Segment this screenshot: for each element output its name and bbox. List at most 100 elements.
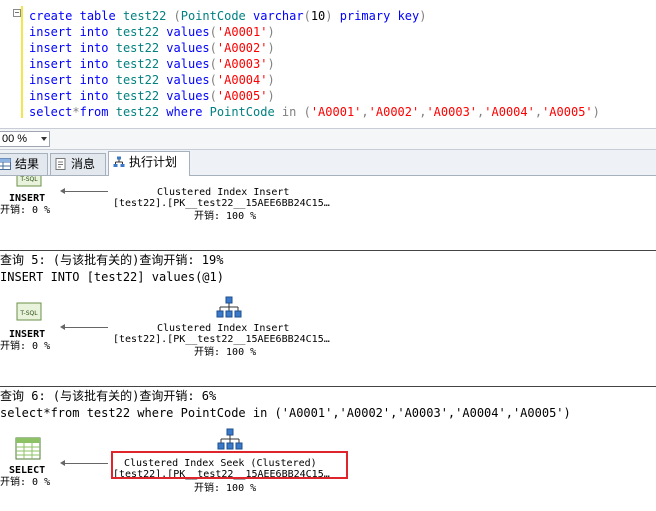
code-token: test22 (108, 41, 167, 55)
tab-results-label: 结果 (15, 157, 40, 171)
code-token: create (29, 9, 73, 23)
code-token: 'A0002' (216, 41, 268, 55)
tab-execution-plan[interactable]: 执行计划 (108, 151, 190, 176)
results-tabs: 结果 消息 执行计划 (0, 150, 656, 176)
insert-node-label: INSERT (9, 329, 46, 340)
clustered-index-insert-icon[interactable] (217, 176, 241, 180)
code-token: 'A0005' (216, 89, 268, 103)
query6-header: 查询 6: (与该批有关的)查询开销: 6% (0, 389, 217, 403)
code-token: insert (29, 89, 73, 103)
code-line[interactable]: insert into test22 values('A0004') (29, 72, 275, 88)
code-token: 'A0005' (542, 105, 593, 119)
query-editor[interactable]: − create table test22 (PointCode varchar… (0, 0, 656, 128)
code-line[interactable]: select*from test22 where PointCode in ('… (29, 104, 600, 120)
code-token: values (166, 89, 210, 103)
code-line[interactable]: insert into test22 values('A0005') (29, 88, 275, 104)
code-line[interactable]: insert into test22 values('A0001') (29, 24, 275, 40)
code-line[interactable]: create table test22 (PointCode varchar(1… (29, 8, 426, 24)
code-token: ( (303, 105, 311, 119)
code-token: ( (303, 9, 311, 23)
zoom-value: 00 % (2, 133, 28, 145)
zoom-select[interactable]: 00 % (0, 131, 50, 147)
collapse-icon[interactable]: − (13, 9, 21, 17)
tab-messages[interactable]: 消息 (50, 153, 106, 175)
flow-arrow (64, 463, 108, 464)
code-token: ) (419, 9, 427, 23)
query5-sql: INSERT INTO [test22] values(@1) (0, 270, 224, 284)
insert-node-cost: 开销: 0 % (0, 341, 51, 352)
execution-plan-view[interactable]: T-SQL INSERT 开销: 0 % Clustered Index Ins… (0, 176, 656, 511)
code-token: , (361, 105, 369, 119)
code-line[interactable]: insert into test22 values('A0003') (29, 56, 275, 72)
code-token: in (281, 105, 297, 119)
change-margin (21, 6, 23, 118)
code-token: 'A0004' (484, 105, 535, 119)
code-token: 'A0004' (216, 73, 268, 87)
code-line[interactable]: insert into test22 values('A0002') (29, 40, 275, 56)
code-token: 'A0001' (310, 105, 362, 119)
clustered-index-insert-object: [test22].[PK__test22__15AEE6BB24C15… (113, 334, 330, 345)
code-token: ) (267, 41, 275, 55)
code-token: insert (29, 41, 73, 55)
query5-header: 查询 5: (与该批有关的)查询开销: 19% (0, 253, 224, 267)
code-token: ( (209, 41, 217, 55)
clustered-index-insert-cost: 开销: 100 % (194, 347, 257, 358)
code-token: ) (325, 9, 333, 23)
code-token: test22 (115, 9, 174, 23)
code-token: ( (209, 89, 217, 103)
code-token: 'A0002' (368, 105, 420, 119)
code-token: into (79, 89, 109, 103)
query-separator (0, 386, 656, 387)
code-token: ( (173, 9, 181, 23)
clustered-index-seek-icon[interactable] (217, 428, 243, 452)
code-token: ( (209, 57, 217, 71)
tsql-icon-text: T-SQL (19, 176, 38, 183)
code-token: key (397, 9, 420, 23)
select-node-cost: 开销: 0 % (0, 477, 51, 488)
query-separator (0, 250, 656, 251)
query6-sql: select*from test22 where PointCode in ('… (0, 406, 571, 420)
code-token: PointCode (180, 9, 246, 23)
code-token: values (166, 41, 210, 55)
code-token: test22 (108, 105, 167, 119)
code-token: , (534, 105, 543, 119)
code-token: PointCode (202, 105, 282, 119)
code-token: ( (209, 25, 217, 39)
clustered-index-seek-cost: 开销: 100 % (194, 483, 257, 494)
code-token: ) (267, 25, 275, 39)
tsql-insert-icon[interactable]: T-SQL (16, 176, 42, 188)
code-token: where (166, 105, 203, 119)
code-token: into (79, 57, 109, 71)
tsql-insert-icon[interactable]: T-SQL (16, 302, 42, 322)
code-token: test22 (108, 57, 167, 71)
code-token: ) (267, 73, 275, 87)
chevron-down-icon[interactable] (41, 137, 47, 141)
code-token: insert (29, 73, 73, 87)
code-token: table (79, 9, 116, 23)
tsql-icon-text: T-SQL (19, 310, 38, 317)
code-token: ( (209, 73, 217, 87)
select-result-icon[interactable] (15, 437, 41, 461)
code-token: insert (29, 57, 73, 71)
code-token: into (79, 25, 109, 39)
code-token: test22 (108, 25, 167, 39)
clustered-index-insert-icon[interactable] (216, 296, 242, 320)
code-token: ) (592, 105, 600, 119)
execution-plan-icon (113, 156, 125, 167)
code-token: primary (339, 9, 391, 23)
insert-node-cost: 开销: 0 % (0, 205, 51, 216)
code-token: insert (29, 25, 73, 39)
tab-results[interactable]: 结果 (0, 153, 48, 175)
messages-icon (55, 158, 66, 170)
code-token: 'A0003' (216, 57, 268, 71)
flow-arrow (64, 327, 108, 328)
code-token: ) (267, 89, 275, 103)
